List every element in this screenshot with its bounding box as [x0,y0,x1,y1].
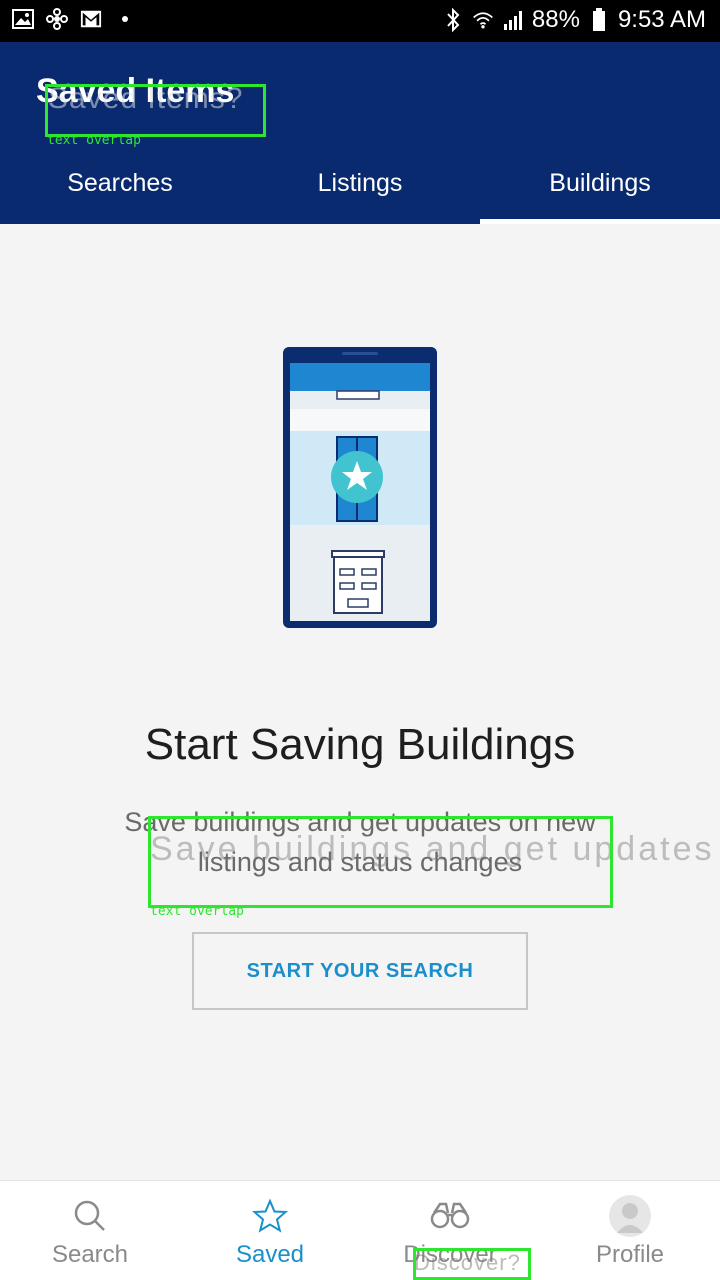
overlay-box-title [45,84,266,137]
star-icon [249,1195,291,1237]
phone-buildings-illustration [282,347,438,629]
overlay-box-subtitle [148,816,613,908]
tab-bar: Searches Listings Buildings [0,142,720,224]
tab-searches[interactable]: Searches [0,142,240,224]
nav-label-search: Search [51,1241,129,1268]
bluetooth-icon [442,8,464,32]
nav-label-profile: Profile [595,1241,665,1268]
start-search-button[interactable]: START YOUR SEARCH [192,932,528,1010]
empty-state-headline: Start Saving Buildings [144,720,576,769]
wifi-icon [472,9,494,31]
tab-listings[interactable]: Listings [240,142,480,224]
system-status: 88% 9:53 AM [442,6,706,34]
app-bar: Saved Items Saved Items? text overlap Se… [0,42,720,224]
nav-item-profile[interactable]: Profile [540,1181,720,1280]
nav-item-saved[interactable]: Saved [180,1181,360,1280]
nav-label-saved: Saved [235,1241,305,1268]
binoculars-icon [429,1195,471,1237]
overlay-tag-subtitle: text overlap [150,904,244,919]
dot-icon [114,8,136,30]
tab-buildings[interactable]: Buildings [480,142,720,224]
signal-icon [502,9,524,31]
gallery-icon [12,8,34,30]
nav-item-search[interactable]: Search [0,1181,180,1280]
status-bar: 88% 9:53 AM [0,0,720,42]
empty-state: Start Saving Buildings Save buildings an… [0,224,720,1180]
clock: 9:53 AM [617,6,706,33]
search-icon [69,1195,111,1237]
overlay-box-nav [413,1248,531,1280]
avatar-icon [609,1195,651,1237]
gmail-icon [80,8,102,30]
fan-icon [46,8,68,30]
bottom-nav: Search Saved Discover Profile [0,1180,720,1280]
notification-icons [12,8,136,30]
battery-percent: 88% [531,6,580,33]
battery-icon [588,8,610,31]
